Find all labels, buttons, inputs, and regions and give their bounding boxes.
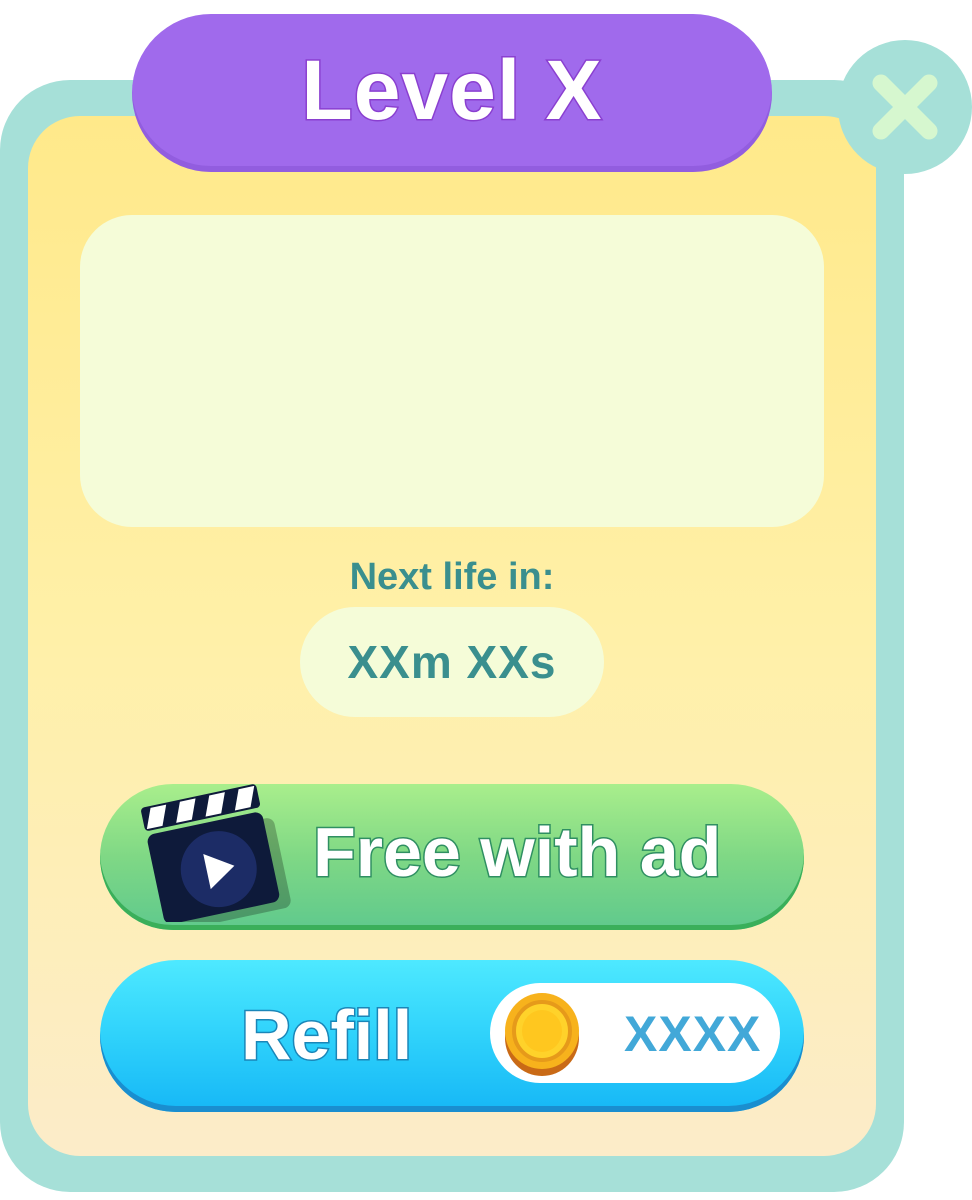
timer-value: XXm XXs [347,636,557,688]
timer-badge: XXm XXs [300,607,604,717]
next-life-label: Next life in: [349,556,555,598]
title-banner: Level X [132,14,772,172]
content-panel [80,215,824,527]
free-with-ad-label: Free with ad [311,812,722,893]
lives-popup: Level X Next life in: XXm XXs Free with … [0,0,972,1200]
refill-price: XXXX [624,1006,762,1062]
close-button[interactable] [838,40,972,174]
close-x-icon [872,74,938,140]
refill-label: Refill [239,995,413,1076]
gold-coin-icon [505,993,579,1076]
popup-title: Level X [300,41,603,138]
clapperboard-play-icon [141,784,291,922]
